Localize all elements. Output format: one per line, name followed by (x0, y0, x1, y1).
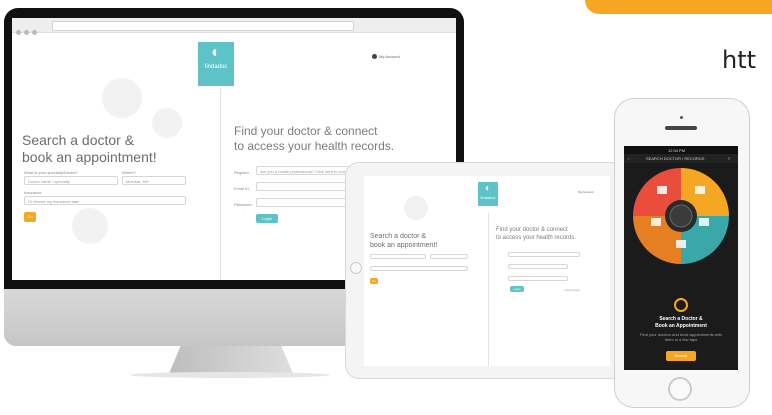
my-account-link[interactable]: My Account (578, 190, 594, 194)
logo-text: findadoc (480, 195, 496, 200)
back-arrow-icon[interactable]: ‹ (628, 156, 629, 161)
iphone-home-button[interactable] (668, 377, 692, 401)
hospital-icon (651, 218, 661, 226)
search-button[interactable]: Go (24, 212, 36, 222)
app-header: ‹ SEARCH DOCTOR / RECORDS ≡ (624, 154, 738, 163)
my-account-link[interactable]: My Account (372, 54, 400, 60)
right-heading: Find your doctor & connect to access you… (234, 124, 395, 153)
status-time: 12:34 PM (668, 148, 686, 153)
cta-title: Search a Doctor & Book an Appointment (655, 316, 707, 329)
user-icon (372, 54, 377, 60)
bg-decoration (404, 196, 428, 220)
bg-decoration (102, 78, 142, 118)
where-label: Where? (122, 170, 137, 175)
divider (488, 212, 489, 366)
logo[interactable]: ◐ findadoc (478, 182, 498, 206)
insurance-select[interactable] (370, 266, 468, 271)
card-icon (676, 240, 686, 248)
register-label: Register (234, 170, 249, 175)
top-banner (585, 0, 772, 14)
logo-text: findadoc (204, 64, 228, 70)
apple-logo-icon (200, 296, 234, 330)
status-bar: 12:34 PM (624, 146, 738, 154)
calendar-icon (695, 186, 705, 194)
app-title: SEARCH DOCTOR / RECORDS (646, 156, 705, 161)
feature-wheel (631, 166, 731, 266)
cta-search-button[interactable]: Search (666, 351, 696, 361)
cta-subtitle: Find your doctors and book appointments … (640, 332, 722, 342)
login-button[interactable]: Login (256, 214, 278, 223)
left-heading: Search a doctor & book an appointment! (370, 233, 438, 249)
forgot-password-link[interactable]: Forgot pass (564, 288, 580, 292)
email-label: Email ID (234, 186, 250, 191)
where-input[interactable] (430, 254, 468, 259)
address-bar[interactable] (52, 21, 354, 31)
camera-icon (680, 116, 683, 119)
window-controls[interactable] (16, 22, 46, 35)
where-input[interactable]: Mumbai, MH (122, 176, 186, 185)
logo-mark-icon: ◐ (211, 44, 221, 61)
email-field[interactable] (256, 182, 352, 191)
url-text: htt (722, 46, 757, 74)
stand-shadow (130, 372, 330, 378)
specialty-input[interactable] (370, 254, 426, 259)
logo[interactable]: ◐ findadoc (198, 42, 234, 86)
specialty-label: What is your specialty/Doctor? (24, 170, 79, 175)
search-doctor-icon (674, 298, 688, 312)
search-button[interactable]: Go (370, 278, 378, 284)
ipad-screen: ◐ findadoc My Account Search a doctor & … (364, 176, 610, 366)
home-icon (657, 186, 667, 194)
menu-icon[interactable]: ≡ (728, 156, 730, 161)
specialty-input[interactable]: Doctor name / specialty (24, 176, 118, 185)
login-button[interactable]: Login (510, 286, 524, 292)
bg-decoration (72, 208, 108, 244)
iphone-screen: 12:34 PM ‹ SEARCH DOCTOR / RECORDS ≡ Sea… (624, 146, 738, 370)
insurance-select[interactable]: I'll choose my insurance later (24, 196, 186, 205)
password-field[interactable] (256, 198, 352, 207)
browser-toolbar (12, 18, 456, 35)
speaker-grille (665, 126, 697, 130)
logo-mark-icon: ◐ (484, 183, 492, 194)
password-label: Password (234, 202, 252, 207)
ipad-home-button[interactable] (350, 262, 362, 274)
register-field[interactable] (508, 252, 580, 257)
insurance-label: Insurance (24, 190, 42, 195)
building-icon (699, 218, 709, 226)
right-heading: Find your doctor & connect to access you… (496, 227, 577, 241)
left-heading: Search a doctor & book an appointment! (22, 132, 157, 165)
password-field[interactable] (508, 276, 568, 281)
divider (220, 88, 221, 280)
email-field[interactable] (508, 264, 568, 269)
